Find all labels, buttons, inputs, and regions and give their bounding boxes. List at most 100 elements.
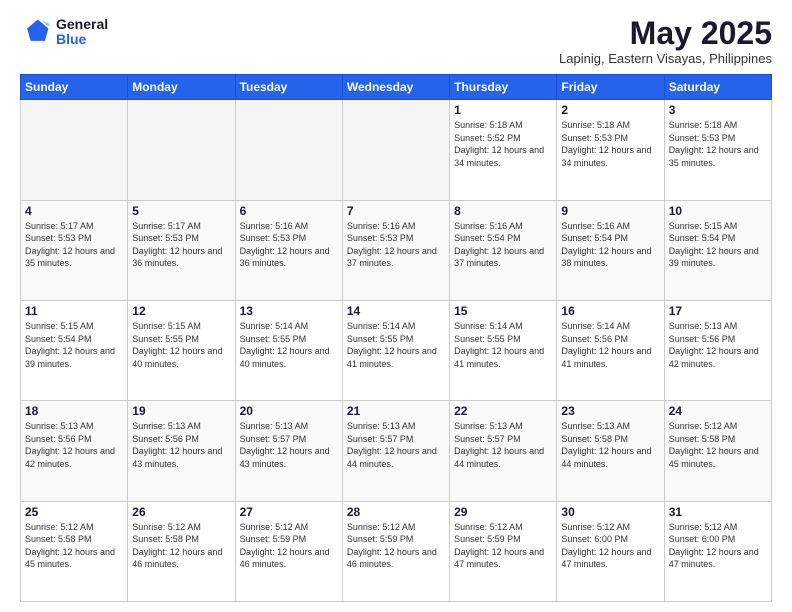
calendar-day-cell: 10Sunrise: 5:15 AMSunset: 5:54 PMDayligh… [664, 200, 771, 300]
title-block: May 2025 Lapinig, Eastern Visayas, Phili… [559, 16, 772, 66]
calendar-day-cell: 15Sunrise: 5:14 AMSunset: 5:55 PMDayligh… [450, 300, 557, 400]
day-number: 30 [561, 505, 659, 519]
day-info: Sunrise: 5:13 AMSunset: 5:58 PMDaylight:… [561, 420, 659, 470]
calendar-day-cell: 28Sunrise: 5:12 AMSunset: 5:59 PMDayligh… [342, 501, 449, 601]
calendar-header-row: SundayMondayTuesdayWednesdayThursdayFrid… [21, 75, 772, 100]
weekday-header: Monday [128, 75, 235, 100]
day-number: 16 [561, 304, 659, 318]
calendar-day-cell [128, 100, 235, 200]
day-number: 31 [669, 505, 767, 519]
calendar-day-cell: 29 Sunrise: 5:12 AMSunset: 5:59 PMDayligh… [450, 501, 557, 601]
day-number: 12 [132, 304, 230, 318]
day-info: Sunrise: 5:12 AMSunset: 5:58 PMDaylight:… [669, 420, 767, 470]
calendar-day-cell: 4 Sunrise: 5:17 AMSunset: 5:53 PMDaylight… [21, 200, 128, 300]
day-info: Sunrise: 5:17 AMSunset: 5:53 PMDaylight:… [25, 220, 123, 270]
calendar-day-cell: 2 Sunrise: 5:18 AMSunset: 5:53 PMDaylight… [557, 100, 664, 200]
day-info: Sunrise: 5:18 AMSunset: 5:53 PMDaylight:… [561, 119, 659, 169]
day-number: 26 [132, 505, 230, 519]
calendar-day-cell: 21 Sunrise: 5:13 AMSunset: 5:57 PMDayligh… [342, 401, 449, 501]
calendar-table: SundayMondayTuesdayWednesdayThursdayFrid… [20, 74, 772, 602]
calendar-day-cell: 17Sunrise: 5:13 AMSunset: 5:56 PMDayligh… [664, 300, 771, 400]
calendar-day-cell: 8Sunrise: 5:16 AMSunset: 5:54 PMDaylight… [450, 200, 557, 300]
day-info: Sunrise: 5:12 AMSunset: 5:59 PMDaylight:… [240, 521, 338, 571]
calendar-day-cell: 27Sunrise: 5:12 AMSunset: 5:59 PMDayligh… [235, 501, 342, 601]
logo: General Blue [20, 16, 108, 48]
page: General Blue May 2025 Lapinig, Eastern V… [0, 0, 792, 612]
calendar-week-row: 4 Sunrise: 5:17 AMSunset: 5:53 PMDaylight… [21, 200, 772, 300]
calendar-day-cell: 24 Sunrise: 5:12 AMSunset: 5:58 PMDayligh… [664, 401, 771, 501]
calendar-day-cell: 20 Sunrise: 5:13 AMSunset: 5:57 PMDayligh… [235, 401, 342, 501]
day-number: 23 [561, 404, 659, 418]
day-number: 6 [240, 204, 338, 218]
calendar-day-cell: 14Sunrise: 5:14 AMSunset: 5:55 PMDayligh… [342, 300, 449, 400]
day-info: Sunrise: 5:14 AMSunset: 5:55 PMDaylight:… [240, 320, 338, 370]
day-info: Sunrise: 5:12 AMSunset: 6:00 PMDaylight:… [561, 521, 659, 571]
calendar-day-cell: 6 Sunrise: 5:16 AMSunset: 5:53 PMDaylight… [235, 200, 342, 300]
header: General Blue May 2025 Lapinig, Eastern V… [20, 16, 772, 66]
logo-general: General [56, 17, 108, 32]
day-number: 10 [669, 204, 767, 218]
day-info: Sunrise: 5:15 AMSunset: 5:54 PMDaylight:… [25, 320, 123, 370]
day-info: Sunrise: 5:14 AMSunset: 5:55 PMDaylight:… [347, 320, 445, 370]
calendar-day-cell: 26 Sunrise: 5:12 AMSunset: 5:58 PMDayligh… [128, 501, 235, 601]
weekday-header: Friday [557, 75, 664, 100]
calendar-day-cell: 16 Sunrise: 5:14 AMSunset: 5:56 PMDayligh… [557, 300, 664, 400]
day-number: 21 [347, 404, 445, 418]
day-number: 18 [25, 404, 123, 418]
calendar-day-cell: 5 Sunrise: 5:17 AMSunset: 5:53 PMDaylight… [128, 200, 235, 300]
location: Lapinig, Eastern Visayas, Philippines [559, 51, 772, 66]
weekday-header: Tuesday [235, 75, 342, 100]
calendar-day-cell: 22Sunrise: 5:13 AMSunset: 5:57 PMDayligh… [450, 401, 557, 501]
day-info: Sunrise: 5:16 AMSunset: 5:53 PMDaylight:… [347, 220, 445, 270]
calendar-week-row: 25Sunrise: 5:12 AMSunset: 5:58 PMDayligh… [21, 501, 772, 601]
day-info: Sunrise: 5:18 AMSunset: 5:53 PMDaylight:… [669, 119, 767, 169]
calendar-day-cell: 18 Sunrise: 5:13 AMSunset: 5:56 PMDayligh… [21, 401, 128, 501]
logo-blue: Blue [56, 32, 108, 47]
day-info: Sunrise: 5:14 AMSunset: 5:56 PMDaylight:… [561, 320, 659, 370]
calendar-day-cell: 1Sunrise: 5:18 AMSunset: 5:52 PMDaylight… [450, 100, 557, 200]
calendar-week-row: 1Sunrise: 5:18 AMSunset: 5:52 PMDaylight… [21, 100, 772, 200]
day-info: Sunrise: 5:17 AMSunset: 5:53 PMDaylight:… [132, 220, 230, 270]
calendar-day-cell [342, 100, 449, 200]
day-number: 19 [132, 404, 230, 418]
weekday-header: Wednesday [342, 75, 449, 100]
day-number: 24 [669, 404, 767, 418]
day-number: 20 [240, 404, 338, 418]
calendar-day-cell: 13Sunrise: 5:14 AMSunset: 5:55 PMDayligh… [235, 300, 342, 400]
day-number: 29 [454, 505, 552, 519]
weekday-header: Thursday [450, 75, 557, 100]
day-number: 7 [347, 204, 445, 218]
day-info: Sunrise: 5:14 AMSunset: 5:55 PMDaylight:… [454, 320, 552, 370]
logo-text: General Blue [56, 17, 108, 48]
day-number: 4 [25, 204, 123, 218]
calendar-day-cell: 23 Sunrise: 5:13 AMSunset: 5:58 PMDayligh… [557, 401, 664, 501]
day-info: Sunrise: 5:13 AMSunset: 5:57 PMDaylight:… [240, 420, 338, 470]
calendar-day-cell: 31 Sunrise: 5:12 AMSunset: 6:00 PMDayligh… [664, 501, 771, 601]
day-info: Sunrise: 5:13 AMSunset: 5:57 PMDaylight:… [347, 420, 445, 470]
day-info: Sunrise: 5:13 AMSunset: 5:56 PMDaylight:… [25, 420, 123, 470]
calendar-week-row: 11 Sunrise: 5:15 AMSunset: 5:54 PMDayligh… [21, 300, 772, 400]
day-info: Sunrise: 5:15 AMSunset: 5:55 PMDaylight:… [132, 320, 230, 370]
calendar-day-cell [235, 100, 342, 200]
day-info: Sunrise: 5:16 AMSunset: 5:54 PMDaylight:… [454, 220, 552, 270]
calendar-day-cell: 7 Sunrise: 5:16 AMSunset: 5:53 PMDaylight… [342, 200, 449, 300]
day-info: Sunrise: 5:12 AMSunset: 5:59 PMDaylight:… [454, 521, 552, 571]
day-info: Sunrise: 5:16 AMSunset: 5:53 PMDaylight:… [240, 220, 338, 270]
day-info: Sunrise: 5:12 AMSunset: 5:58 PMDaylight:… [132, 521, 230, 571]
weekday-header: Saturday [664, 75, 771, 100]
weekday-header: Sunday [21, 75, 128, 100]
day-number: 3 [669, 103, 767, 117]
day-info: Sunrise: 5:12 AMSunset: 5:59 PMDaylight:… [347, 521, 445, 571]
day-number: 2 [561, 103, 659, 117]
day-number: 9 [561, 204, 659, 218]
day-number: 11 [25, 304, 123, 318]
day-number: 17 [669, 304, 767, 318]
day-number: 5 [132, 204, 230, 218]
calendar-day-cell [21, 100, 128, 200]
calendar-day-cell: 12 Sunrise: 5:15 AMSunset: 5:55 PMDayligh… [128, 300, 235, 400]
day-info: Sunrise: 5:12 AMSunset: 6:00 PMDaylight:… [669, 521, 767, 571]
calendar-day-cell: 25Sunrise: 5:12 AMSunset: 5:58 PMDayligh… [21, 501, 128, 601]
day-info: Sunrise: 5:13 AMSunset: 5:57 PMDaylight:… [454, 420, 552, 470]
day-info: Sunrise: 5:16 AMSunset: 5:54 PMDaylight:… [561, 220, 659, 270]
month-title: May 2025 [559, 16, 772, 51]
